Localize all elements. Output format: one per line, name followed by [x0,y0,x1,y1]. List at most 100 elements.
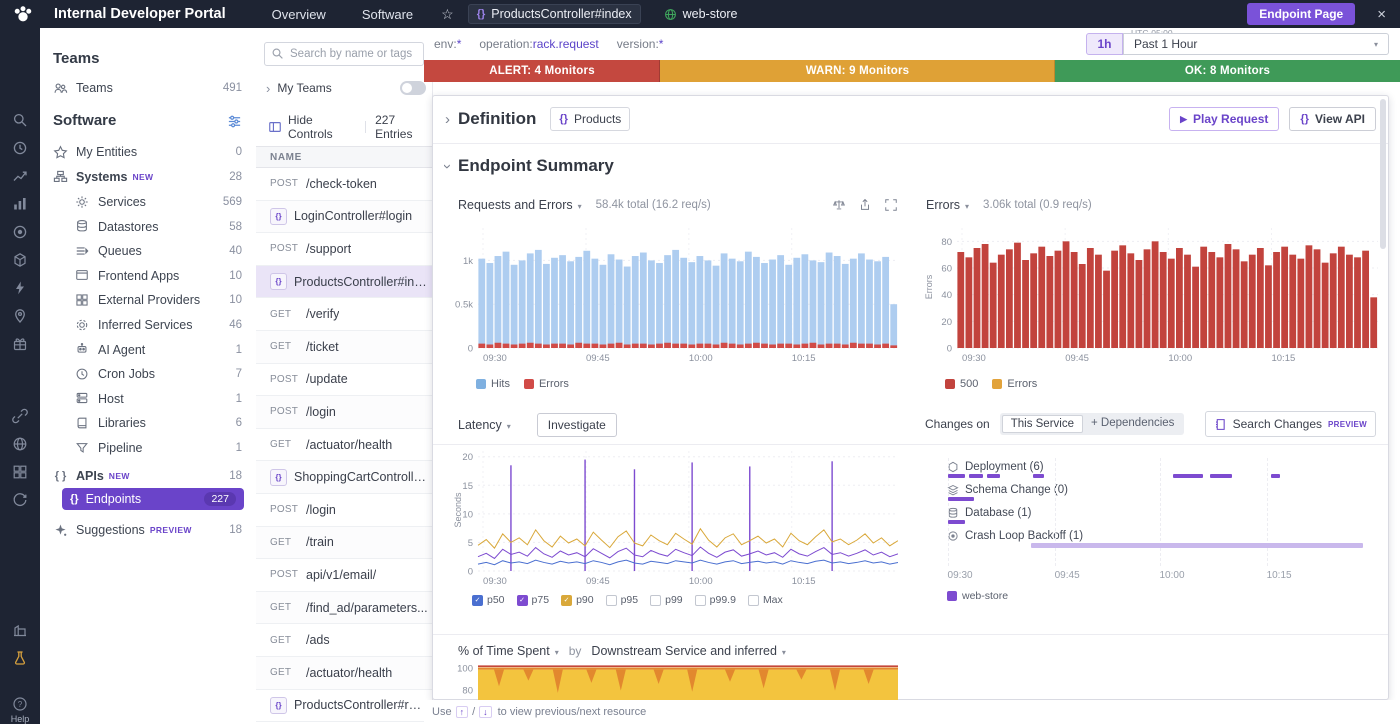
filter-chip-env[interactable]: env:* [434,37,461,51]
changes-timeline[interactable]: Deployment (6) Schema Change (0) Databas… [941,458,1378,590]
sidebar-item-external-providers[interactable]: External Providers 10 [40,288,256,312]
sidebar-item-teams[interactable]: Teams 491 [40,76,256,100]
table-row[interactable]: POST/support [256,233,432,266]
package-icon[interactable] [12,252,28,268]
favorite-star-icon[interactable]: ☆ [441,6,454,23]
legend-500[interactable]: 500 [945,378,978,390]
latency-chart[interactable]: 2015105009:3009:4510:0010:15Seconds [454,449,898,591]
table-row[interactable]: {}ProductsController#reco... [256,690,432,723]
sidebar-item-my-entities[interactable]: My Entities 0 [40,140,256,164]
export-icon[interactable] [858,198,872,212]
investigate-button[interactable]: Investigate [537,413,617,437]
sync-icon[interactable] [12,492,28,508]
time-range-short[interactable]: 1h [1086,33,1123,55]
sidebar-item-libraries[interactable]: Libraries 6 [40,411,256,435]
legend-p99-9[interactable]: p99.9 [695,594,736,606]
chevron-down-icon[interactable]: › [439,164,456,169]
filter-chip-operation[interactable]: operation:rack.request [479,37,598,51]
fullscreen-icon[interactable] [884,198,898,212]
sidebar-item-inferred-services[interactable]: Inferred Services 46 [40,313,256,337]
chevron-right-icon[interactable]: › [445,111,450,128]
table-row[interactable]: {}LoginController#login [256,201,432,234]
search-changes-button[interactable]: Search Changes PREVIEW [1205,411,1376,437]
legend-p75[interactable]: p75 [517,594,550,606]
entity-breadcrumb-chip[interactable]: {} ProductsController#index [468,4,641,24]
table-row[interactable]: GET/train [256,527,432,560]
close-icon[interactable]: × [1377,6,1386,23]
this-service-toggle[interactable]: This Service [1002,415,1083,433]
sidebar-item-pipeline[interactable]: Pipeline 1 [40,436,256,460]
chevron-right-icon[interactable]: › [266,81,270,96]
hide-controls-button[interactable]: Hide Controls [288,113,356,141]
name-column-header[interactable]: NAME [256,146,432,168]
table-row[interactable]: POSTapi/v1/email/ [256,559,432,592]
sidebar-item-systems[interactable]: Systems NEW 28 [40,165,256,189]
monitor-target-icon[interactable] [12,224,28,240]
time-spent-dropdown[interactable]: % of Time Spent▾ [458,644,559,658]
apps-grid-icon[interactable] [12,464,28,480]
sidebar-item-services[interactable]: Services 569 [40,190,256,214]
legend-max[interactable]: Max [748,594,783,606]
legend-hits[interactable]: Hits [476,378,510,390]
errors-chart[interactable]: 80604020009:3009:4510:0010:15Errors [925,226,1378,368]
products-service-chip[interactable]: {} Products [550,107,630,131]
view-api-button[interactable]: {} View API [1289,107,1376,131]
legend-p90[interactable]: p90 [561,594,594,606]
table-row[interactable]: GET/find_ad/parameters... [256,592,432,625]
bolt-icon[interactable] [12,280,28,296]
labs-flask-icon[interactable] [12,650,28,666]
metrics-icon[interactable] [12,196,28,212]
timeline-row-schema-change[interactable]: Schema Change (0) [947,483,1068,497]
table-row[interactable]: POST/login [256,494,432,527]
warn-monitors-segment[interactable]: WARN: 9 Monitors [660,60,1055,82]
timeline-row-deployment[interactable]: Deployment (6) [947,460,1044,474]
sidebar-item-suggestions[interactable]: Suggestions PREVIEW 18 [40,518,256,542]
legend-errors[interactable]: Errors [524,378,569,390]
service-breadcrumb-chip[interactable]: web-store [655,4,747,24]
help-icon[interactable]: ? [12,696,28,712]
scale-icon[interactable] [832,198,846,212]
sidebar-item-datastores[interactable]: Datastores 58 [40,215,256,239]
gift-icon[interactable] [12,336,28,352]
trend-icon[interactable] [12,168,28,184]
table-row[interactable]: GET/actuator/health [256,429,432,462]
building-icon[interactable] [12,622,28,638]
history-icon[interactable] [12,140,28,156]
requests-chart[interactable]: 1k0.5k009:3009:4510:0010:15 [454,226,898,368]
globe-nav-icon[interactable] [12,436,28,452]
requests-errors-dropdown[interactable]: Requests and Errors▾ [458,198,582,212]
sidebar-item-ai-agent[interactable]: AI Agent 1 [40,338,256,362]
scrollbar-thumb[interactable] [1380,99,1386,249]
pin-icon[interactable] [12,308,28,324]
table-row[interactable]: POST/update [256,364,432,397]
search-icon[interactable] [12,112,28,128]
sidebar-item-cron-jobs[interactable]: Cron Jobs 7 [40,362,256,386]
tab-software[interactable]: Software [362,7,413,22]
sidebar-item-apis[interactable]: { } APIs NEW 18 [40,464,256,488]
errors-dropdown[interactable]: Errors▾ [926,198,969,212]
legend-p95[interactable]: p95 [606,594,639,606]
tab-overview[interactable]: Overview [272,7,326,22]
table-row[interactable]: GET/ads [256,624,432,657]
legend-errors-orange[interactable]: Errors [992,378,1037,390]
sidebar-item-endpoints-selected[interactable]: {} Endpoints 227 [62,488,244,510]
downstream-dropdown[interactable]: Downstream Service and inferred▾ [591,644,786,658]
legend-web-store[interactable]: web-store [947,590,1008,602]
timeline-row-crash-loop[interactable]: Crash Loop Backoff (1) [947,529,1083,543]
table-row[interactable]: POST/check-token [256,168,432,201]
timeline-row-database[interactable]: Database (1) [947,506,1031,520]
link-icon[interactable] [12,408,28,424]
table-row[interactable]: GET/verify [256,298,432,331]
filter-chip-version[interactable]: version:* [617,37,664,51]
catalog-settings-icon[interactable] [227,114,242,129]
legend-p50[interactable]: p50 [472,594,505,606]
alert-monitors-segment[interactable]: ALERT: 4 Monitors [424,60,660,82]
sidebar-item-queues[interactable]: Queues 40 [40,239,256,263]
latency-dropdown[interactable]: Latency▾ [458,418,511,432]
sidebar-item-frontend-apps[interactable]: Frontend Apps 10 [40,264,256,288]
table-row[interactable]: POST/login [256,396,432,429]
table-row[interactable]: GET/actuator/health [256,657,432,690]
search-input[interactable] [264,42,424,66]
dependencies-toggle[interactable]: + Dependencies [1083,415,1182,433]
endpoint-page-button[interactable]: Endpoint Page [1247,3,1355,25]
